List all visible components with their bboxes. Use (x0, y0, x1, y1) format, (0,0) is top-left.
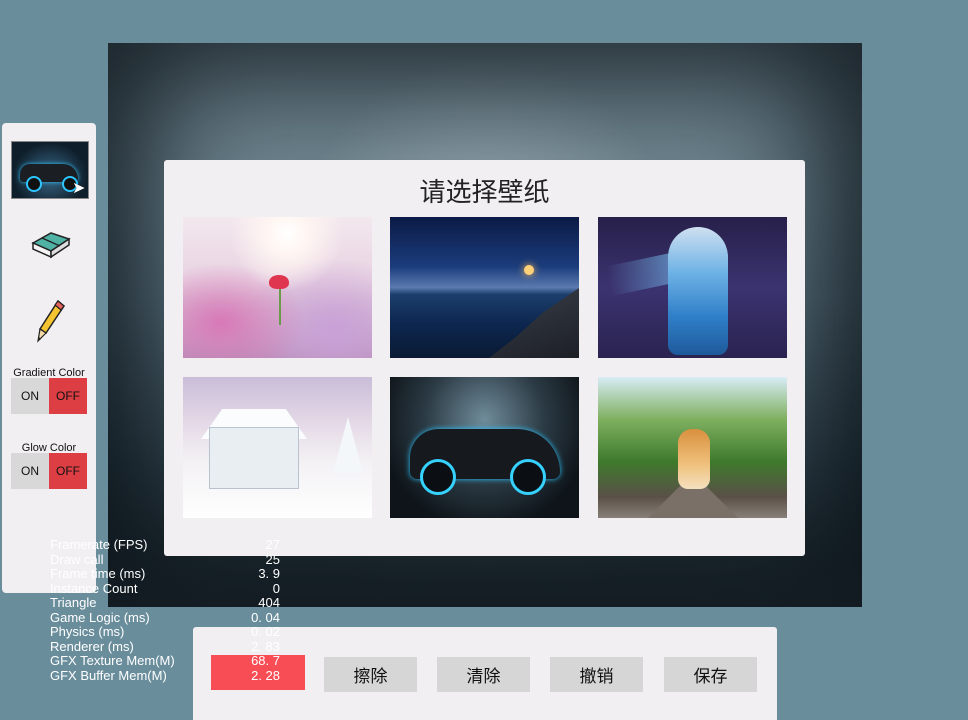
stat-value: 27 (265, 537, 280, 552)
pencil-icon[interactable] (36, 299, 66, 343)
stat-label: GFX Texture Mem(M) (50, 653, 175, 668)
stat-row: Framerate (FPS) 27 (50, 537, 280, 553)
clear-button[interactable]: 清除 (437, 657, 530, 692)
rock-shape (489, 288, 579, 358)
wallpaper-picker-button[interactable]: ➤ (11, 141, 89, 199)
wallpaper-corgi-railway[interactable] (598, 377, 787, 518)
wheel-shape (510, 459, 546, 495)
stat-label: Framerate (FPS) (50, 537, 148, 552)
stat-value: 3. 9 (258, 566, 280, 581)
wallpaper-dialog: 请选择壁纸 (164, 160, 805, 556)
stat-row: Frame time (ms) 3. 9 (50, 566, 280, 582)
save-button[interactable]: 保存 (664, 657, 757, 692)
wallpaper-pink-flower[interactable] (183, 217, 372, 358)
wheel-shape (420, 459, 456, 495)
gradient-on-button[interactable]: ON (11, 378, 49, 414)
bottom-toolbar: 擦除 清除 撤销 保存 (193, 627, 777, 720)
stat-row: Renderer (ms) 2. 83 (50, 638, 280, 655)
glow-on-button[interactable]: ON (11, 453, 49, 489)
stat-value: 2. 83 (251, 638, 280, 654)
wallpaper-neon-sports-car[interactable] (390, 377, 579, 518)
stat-value: 2. 28 (251, 667, 280, 683)
stat-row: Draw call 25 (50, 551, 280, 568)
cabin-shape (209, 427, 299, 489)
flower-stem (279, 287, 281, 325)
stat-label: Frame time (ms) (50, 566, 146, 581)
flower-shape (269, 275, 289, 289)
stat-label: Instance Count (50, 580, 138, 596)
wheel-shape (26, 176, 42, 192)
stat-value: 25 (265, 551, 280, 567)
stat-value: 404 (258, 595, 280, 610)
cursor-icon: ➤ (72, 178, 86, 197)
stat-row: Instance Count 0 (50, 580, 280, 597)
stat-value: 0 (272, 580, 280, 596)
stat-value: 0. 04 (251, 609, 280, 625)
wallpaper-night-sea[interactable] (390, 217, 579, 358)
glow-color-toggle[interactable]: ON OFF (11, 453, 87, 489)
stat-label: Game Logic (ms) (50, 609, 150, 625)
stat-label: Physics (ms) (50, 624, 125, 639)
stat-value: 0. 02 (251, 624, 280, 639)
wallpaper-blue-dancer[interactable] (598, 217, 787, 358)
gradient-off-button[interactable]: OFF (49, 378, 87, 414)
dancer-shape (668, 227, 728, 355)
gradient-color-toggle[interactable]: ON OFF (11, 378, 87, 414)
stat-label: Renderer (ms) (50, 638, 134, 654)
moon-shape (524, 265, 534, 275)
tool-panel: ➤ Gradient Color ON OFF Glow Color ON OF… (2, 123, 96, 593)
stat-row: GFX Buffer Mem(M) 2. 28 (50, 667, 280, 684)
stat-row: Physics (ms) 0. 02 (50, 624, 280, 640)
stat-value: 68. 7 (251, 653, 280, 668)
stat-row: Triangle 404 (50, 595, 280, 611)
stat-row: GFX Texture Mem(M) 68. 7 (50, 653, 280, 669)
dialog-title: 请选择壁纸 (419, 178, 550, 208)
wallpaper-snow-cabin[interactable] (183, 377, 372, 518)
stats-overlay: Framerate (FPS) 27 Draw call 25 Frame time… (50, 537, 280, 684)
stat-label: GFX Buffer Mem(M) (50, 667, 167, 683)
erase-button[interactable]: 擦除 (324, 657, 417, 692)
undo-button[interactable]: 撤销 (550, 657, 643, 692)
stat-row: Game Logic (ms) 0. 04 (50, 609, 280, 626)
corgi-shape (678, 429, 710, 489)
stat-label: Draw call (50, 551, 104, 567)
tree-shape (333, 417, 363, 473)
stat-label: Triangle (50, 595, 97, 610)
eraser-icon[interactable] (29, 229, 73, 259)
glow-off-button[interactable]: OFF (49, 453, 87, 489)
